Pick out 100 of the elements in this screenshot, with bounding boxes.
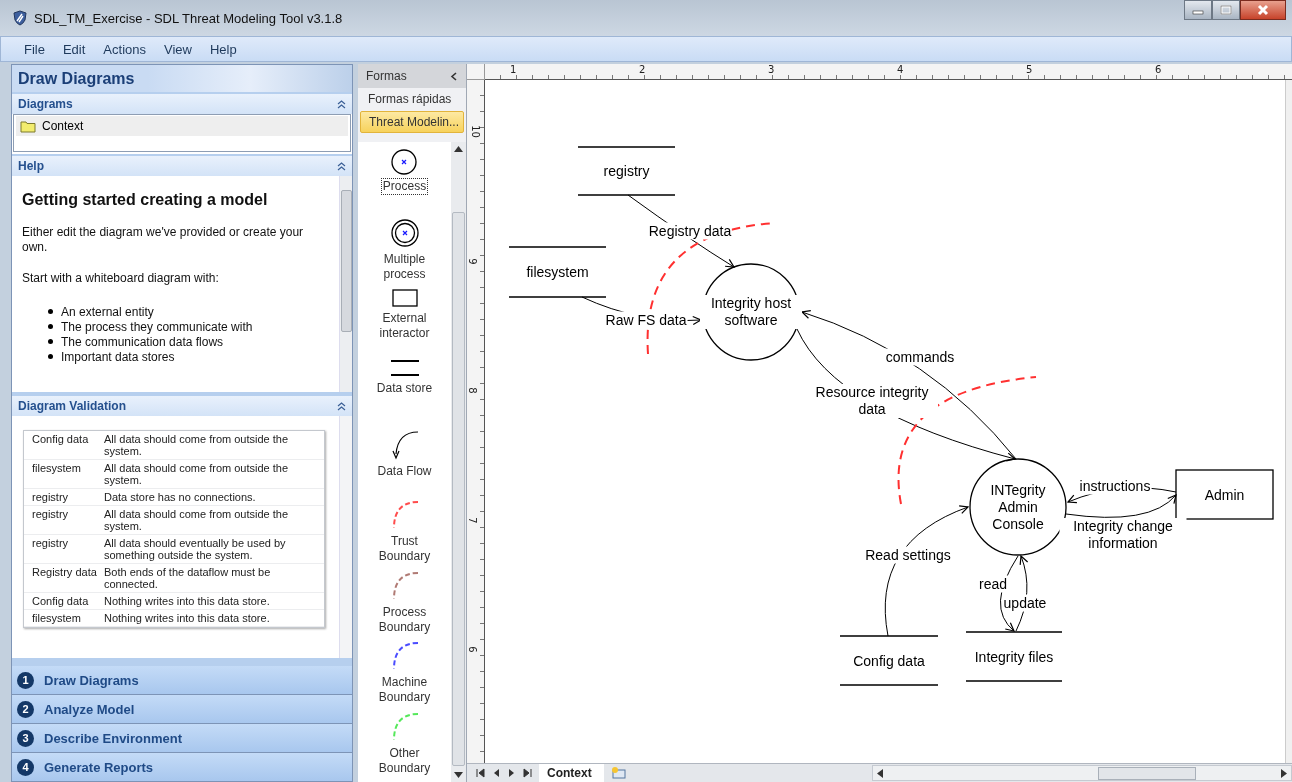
ruler-number: 8 [466, 387, 478, 394]
shape-label[interactable]: Data Flow [368, 462, 441, 480]
step-button[interactable]: 2 Analyze Model [12, 695, 352, 723]
bullet-icon [48, 339, 53, 344]
table-cell-text: Both ends of the dataflow must be connected. [104, 566, 272, 590]
close-icon [1256, 4, 1270, 16]
table-cell-text: Config data [31, 595, 90, 607]
table-cell-text: filesystem [31, 462, 82, 476]
table-cell-text: registry [31, 491, 70, 503]
ruler-number: 7 [466, 517, 478, 524]
maximize-button[interactable] [1212, 0, 1240, 20]
stencil-tab[interactable]: Formas rápidas [360, 89, 464, 109]
menu-item[interactable]: Help [200, 41, 246, 57]
table-cell-text: Nothing writes into this data store. [104, 612, 271, 624]
table-cell-text: Nothing writes into this data store. [104, 595, 271, 607]
help-text: Either edit the diagram we've provided or create your own. [22, 225, 305, 255]
data-store-shape-icon[interactable] [389, 359, 420, 378]
multiple-process-shape-icon[interactable] [389, 218, 420, 249]
table-cell-text: Registry data [31, 566, 98, 580]
step-number: 4 [17, 758, 34, 776]
step-number: 2 [17, 700, 34, 718]
table-cell-text: All data should come from outside the system. [104, 433, 290, 457]
flow-label: read [978, 575, 1008, 593]
data-flow-shape-icon[interactable] [389, 429, 420, 460]
node-label: registry [602, 162, 651, 180]
first-page-icon[interactable] [475, 768, 485, 778]
ruler-number: 2 [639, 64, 646, 75]
step-number: 1 [17, 671, 34, 689]
scroll-up-icon[interactable] [454, 146, 463, 152]
section-header[interactable]: Diagram Validation [12, 396, 352, 416]
process-shape-icon[interactable] [390, 148, 419, 176]
last-page-icon[interactable] [523, 768, 533, 778]
flow-label: update [1002, 594, 1048, 612]
shape-label[interactable]: Machine Boundary [368, 674, 441, 707]
menu-item[interactable]: Actions [94, 41, 155, 57]
help-text: Start with a whiteboard diagram with: [22, 271, 220, 286]
shield-icon [12, 10, 28, 26]
section-header[interactable]: Diagrams [12, 94, 352, 114]
step-button[interactable]: 3 Describe Environment [12, 724, 352, 752]
page-tab[interactable]: Context [539, 764, 604, 782]
bullet-text: An external entity [61, 304, 154, 319]
ruler-number: 4 [897, 64, 904, 75]
shape-label[interactable]: Multiple process [368, 251, 441, 284]
bullet-text: Important data stores [61, 349, 175, 364]
external-interactor-shape-icon[interactable] [391, 288, 418, 307]
collapse-icon[interactable] [450, 71, 458, 81]
table-cell-text: All data should come from outside the system. [104, 462, 290, 486]
window-title: SDL_TM_Exercise - SDL Threat Modeling Tool v3.1.8 [34, 10, 343, 26]
table-cell-text: Config data [31, 433, 90, 447]
flow-label: instructions [1078, 477, 1152, 495]
restore-icon [1220, 5, 1232, 15]
bullet-icon [48, 354, 53, 359]
section-header[interactable]: Help [12, 156, 352, 176]
scroll-right-icon[interactable] [1281, 768, 1287, 778]
minimize-button[interactable] [1184, 0, 1212, 20]
node-label: Admin [1203, 486, 1246, 503]
flow-label: Registry data [647, 222, 733, 240]
table-cell-text: All data should come from outside the system. [104, 508, 290, 532]
ruler-number: 5 [1026, 64, 1033, 75]
shape-label[interactable]: Process Boundary [368, 603, 441, 636]
shape-label[interactable]: Process [381, 179, 428, 194]
ruler-number: 1 [510, 64, 517, 75]
panel-title: Draw Diagrams [12, 65, 352, 92]
ruler-number: 6 [1155, 64, 1162, 75]
shape-label[interactable]: Data store [368, 380, 441, 398]
ruler-number: 10 [469, 125, 481, 138]
folder-icon [20, 119, 36, 133]
ruler-number: 6 [466, 646, 478, 653]
node-label: filesystem [525, 263, 590, 281]
table-cell-text: Data store has no connections. [104, 491, 257, 503]
collapse-icon [337, 161, 346, 171]
menu-item[interactable]: File [15, 41, 54, 57]
menu-item[interactable]: Edit [53, 41, 95, 57]
node-label: Integrity host software [700, 295, 802, 329]
scroll-left-icon[interactable] [877, 768, 883, 778]
ruler-number: 3 [768, 64, 775, 75]
node-label: Config data [852, 652, 926, 669]
shape-label[interactable]: External interactor [368, 309, 441, 342]
stencil-tab[interactable]: Threat Modelin... [360, 111, 464, 133]
table-cell-text: filesystem [31, 612, 82, 624]
step-button[interactable]: 1 Draw Diagrams [12, 666, 352, 694]
step-button[interactable]: 4 Generate Reports [12, 753, 352, 781]
flow-label: commands [884, 348, 956, 366]
close-button[interactable] [1240, 0, 1286, 20]
help-heading: Getting started creating a model [22, 191, 269, 209]
scroll-down-icon[interactable] [454, 772, 463, 778]
menu-item[interactable]: View [155, 41, 201, 57]
diagram-item[interactable]: Context [16, 116, 348, 136]
bullet-text: The communication data flows [61, 334, 224, 349]
bullet-text: The process they communicate with [61, 319, 253, 334]
ruler-number: 9 [466, 258, 478, 265]
table-cell-text: registry [31, 537, 70, 551]
collapse-icon [337, 99, 346, 109]
shape-label[interactable]: Other Boundary [368, 744, 441, 777]
flow-label: Read settings [864, 546, 952, 564]
bullet-icon [48, 324, 53, 329]
step-number: 3 [17, 729, 34, 747]
panel-header: Formas [358, 64, 466, 88]
table-cell-text: All data should eventually be used by something outside the system. [104, 537, 287, 561]
shape-label[interactable]: Trust Boundary [368, 533, 441, 566]
